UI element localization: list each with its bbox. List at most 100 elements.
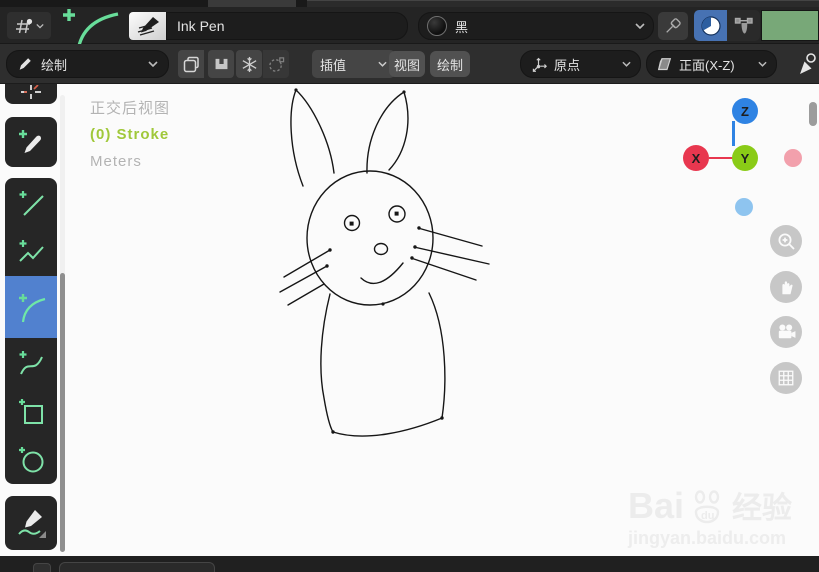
interpolate-label: 插值 [320,57,347,73]
chevron-down-icon [635,23,645,29]
axis-x-ball[interactable]: X [683,145,709,171]
material-name: 黑 [455,19,469,35]
arc-tool-icon [19,294,46,323]
snowflake-icon [242,56,256,72]
ink-pen-brush-icon [137,17,159,36]
brush-name-value: Ink Pen [177,18,225,34]
proportional-edit-toggle[interactable] [263,50,289,78]
perspective-toggle-button[interactable] [770,362,802,394]
tool-settings-header: Ink Pen 黑 [0,7,819,51]
toolshelf-scrollbar-thumb[interactable] [60,273,65,552]
multiframe-toggle[interactable] [208,50,234,78]
sidebar-tool-arc[interactable] [5,276,57,338]
watermark-url: jingyan.baidu.com [628,528,787,548]
view-plane-icon [657,57,672,70]
interpolate-dropdown[interactable]: 插值 [312,50,395,78]
axis-neg-x-ball[interactable] [784,149,802,167]
menu-draw[interactable]: 绘制 [430,51,470,77]
grease-pencil-editor-icon [16,18,33,33]
stroke-placement-dropdown[interactable]: 原点 [520,50,641,78]
material-sphere-icon [427,16,447,36]
axis-neg-z-ball[interactable] [735,198,753,216]
material-display-toggle[interactable] [694,10,727,41]
material-selector[interactable]: 黑 [418,12,654,40]
sidebar-tool-annotate[interactable] [5,496,57,550]
chevron-down-icon [758,61,767,67]
timeline-partial-button[interactable] [33,563,51,572]
curve-tool-icon [19,350,43,374]
zoom-button[interactable] [770,225,802,257]
polyline-tool-icon [19,239,44,262]
editor-type-button[interactable] [7,12,51,39]
circle-tool-icon [19,447,44,473]
sidebar-tool-polyline[interactable] [5,227,57,276]
annotate-tool-icon [18,510,46,538]
duplicate-toggle[interactable] [178,50,204,78]
grid-icon [778,370,794,386]
chevron-down-icon [622,61,631,67]
viewport-header: 绘制 插值 视图 绘制 原点 正面(X-Z) [0,44,819,84]
menu-view-label: 视图 [393,57,420,73]
camera-icon [778,324,796,339]
watermark-du: du [701,510,714,522]
sidebar-tool-curve[interactable] [5,338,57,387]
origin-label: 原点 [554,57,581,73]
pin-icon [666,18,681,33]
proportional-edit-icon [268,56,284,72]
pin-button[interactable] [658,12,688,40]
chevron-down-icon [36,23,44,29]
camera-view-button[interactable] [770,316,802,348]
sidebar-tool-box[interactable] [5,387,57,436]
snap-toggle[interactable] [236,50,262,78]
zoom-in-icon [778,233,795,250]
origin-icon [532,57,547,72]
show-gizmo-toggle[interactable] [793,51,819,77]
axis-z-label: Z [741,103,749,119]
stroke-info-overlay: (0) Stroke [90,126,170,143]
line-tool-icon [19,190,44,216]
mode-dropdown[interactable]: 绘制 [6,50,169,78]
multiframe-icon [215,58,227,70]
draw-tool-icon [19,130,42,153]
workspace-tab-fragment[interactable] [208,0,296,7]
axis-z-ball[interactable]: Z [732,98,758,124]
mode-label: 绘制 [41,57,68,73]
chevron-down-icon [148,61,158,67]
brush-preview-button[interactable] [129,12,166,40]
sidebar-tool-circle[interactable] [5,436,57,484]
sidebar-tool-cursor[interactable] [5,84,57,104]
brush-name-input[interactable]: Ink Pen [166,12,408,40]
menu-draw-label: 绘制 [436,57,463,73]
chevron-down-icon [378,61,387,67]
box-tool-icon [19,398,43,424]
sidebar-tool-line[interactable] [5,178,57,227]
axis-z-line [732,121,735,146]
draw-mode-pencil-icon [19,58,31,70]
gizmo-toggle-icon [800,53,816,74]
viewport-canvas[interactable]: 正交后视图 (0) Stroke Meters Z X Y Bai du 经验 … [0,84,819,556]
pan-hand-icon [782,281,793,295]
topbar-fragment [307,0,819,7]
vertex-paint-toggle[interactable] [727,10,760,41]
axis-y-label: Y [740,150,750,166]
cursor-tool-icon [21,85,41,99]
sidebar-tool-draw[interactable] [5,117,57,167]
axis-y-ball[interactable]: Y [732,145,758,171]
duplicate-icon [183,56,199,72]
drawing-plane-label: 正面(X-Z) [679,57,735,73]
watermark-jingyan: 经验 [732,492,793,525]
viewport-scrollbar[interactable] [809,102,817,126]
menu-view[interactable]: 视图 [389,51,425,77]
vertex-color-swatch[interactable] [761,10,819,41]
pan-button[interactable] [770,271,802,303]
timeline-header-fragment [0,556,819,572]
timeline-partial-field[interactable] [59,562,215,572]
drawing-plane-dropdown[interactable]: 正面(X-Z) [646,50,777,78]
watermark: Bai du 经验 [628,488,792,524]
paw-icon: du [694,490,720,524]
blender-window: Ink Pen 黑 绘制 插值 视图 绘制 原点 正面(X-Z) 正交后视图 (… [0,0,819,572]
axis-x-line [709,156,733,159]
vertex-weight-icon [734,17,753,33]
watermark-bai: Bai [628,485,685,526]
units-overlay: Meters [90,153,142,170]
